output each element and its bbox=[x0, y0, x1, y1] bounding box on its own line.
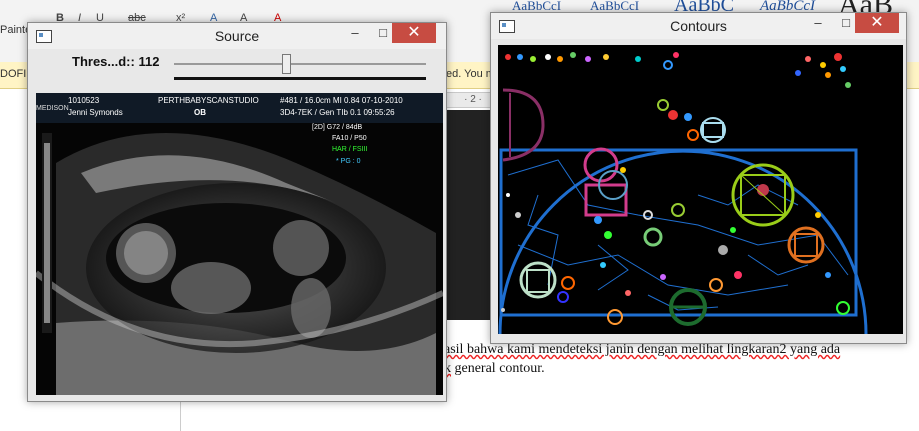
scan-pg: * PG : 0 bbox=[336, 158, 361, 165]
document-body-text[interactable]: asil bahwa kami mendeteksi janin dengan … bbox=[444, 340, 904, 378]
source-window[interactable]: Source – □ ✕ Thres...d:: 112 MEDISON 101… bbox=[27, 22, 447, 402]
scan-studio: PERTHBABYSCANSTUDIO bbox=[158, 96, 259, 105]
contours-canvas bbox=[498, 45, 903, 334]
ultrasound-scan-graphic: MEDISON 1010523 Jenni Symonds PERTHBABYS… bbox=[36, 93, 443, 395]
scan-row1: #481 / 16.0cm MI 0.84 07-10-2010 bbox=[280, 96, 403, 105]
threshold-slider-thumb[interactable] bbox=[281, 54, 291, 74]
minimize-button[interactable]: – bbox=[803, 13, 833, 33]
scan-row2: 3D4-7EK / Gen TIb 0.1 09:55:26 bbox=[280, 108, 395, 117]
ultrasound-image: MEDISON 1010523 Jenni Symonds PERTHBABYS… bbox=[36, 93, 443, 395]
minimize-button[interactable]: – bbox=[340, 23, 370, 43]
threshold-track[interactable] bbox=[174, 63, 426, 65]
contours-titlebar[interactable]: Contours – □ ✕ bbox=[491, 13, 906, 39]
threshold-trackbar-panel: Thres...d:: 112 bbox=[34, 49, 440, 89]
source-titlebar[interactable]: Source – □ ✕ bbox=[28, 23, 446, 49]
warning-text-right: ed. You m bbox=[446, 68, 495, 80]
document-image-fragment bbox=[440, 110, 492, 320]
threshold-underline bbox=[174, 77, 426, 80]
contours-graphic bbox=[498, 45, 903, 334]
close-button[interactable]: ✕ bbox=[392, 23, 436, 43]
scan-param-1: [2D] G72 / 84dB bbox=[312, 124, 363, 131]
scan-patient: Jenni Symonds bbox=[68, 108, 123, 117]
contours-window[interactable]: Contours – □ ✕ bbox=[490, 12, 907, 344]
scan-param-3: HAR / FSIII bbox=[332, 146, 367, 153]
scan-mode: OB bbox=[194, 108, 206, 117]
scan-brand: MEDISON bbox=[36, 105, 69, 112]
scan-id: 1010523 bbox=[68, 96, 100, 105]
body-line-2: k general contour. bbox=[444, 361, 545, 376]
threshold-label: Thres...d:: 112 bbox=[72, 54, 160, 69]
scan-param-2: FA10 / P50 bbox=[332, 135, 367, 142]
close-button[interactable]: ✕ bbox=[855, 13, 899, 33]
